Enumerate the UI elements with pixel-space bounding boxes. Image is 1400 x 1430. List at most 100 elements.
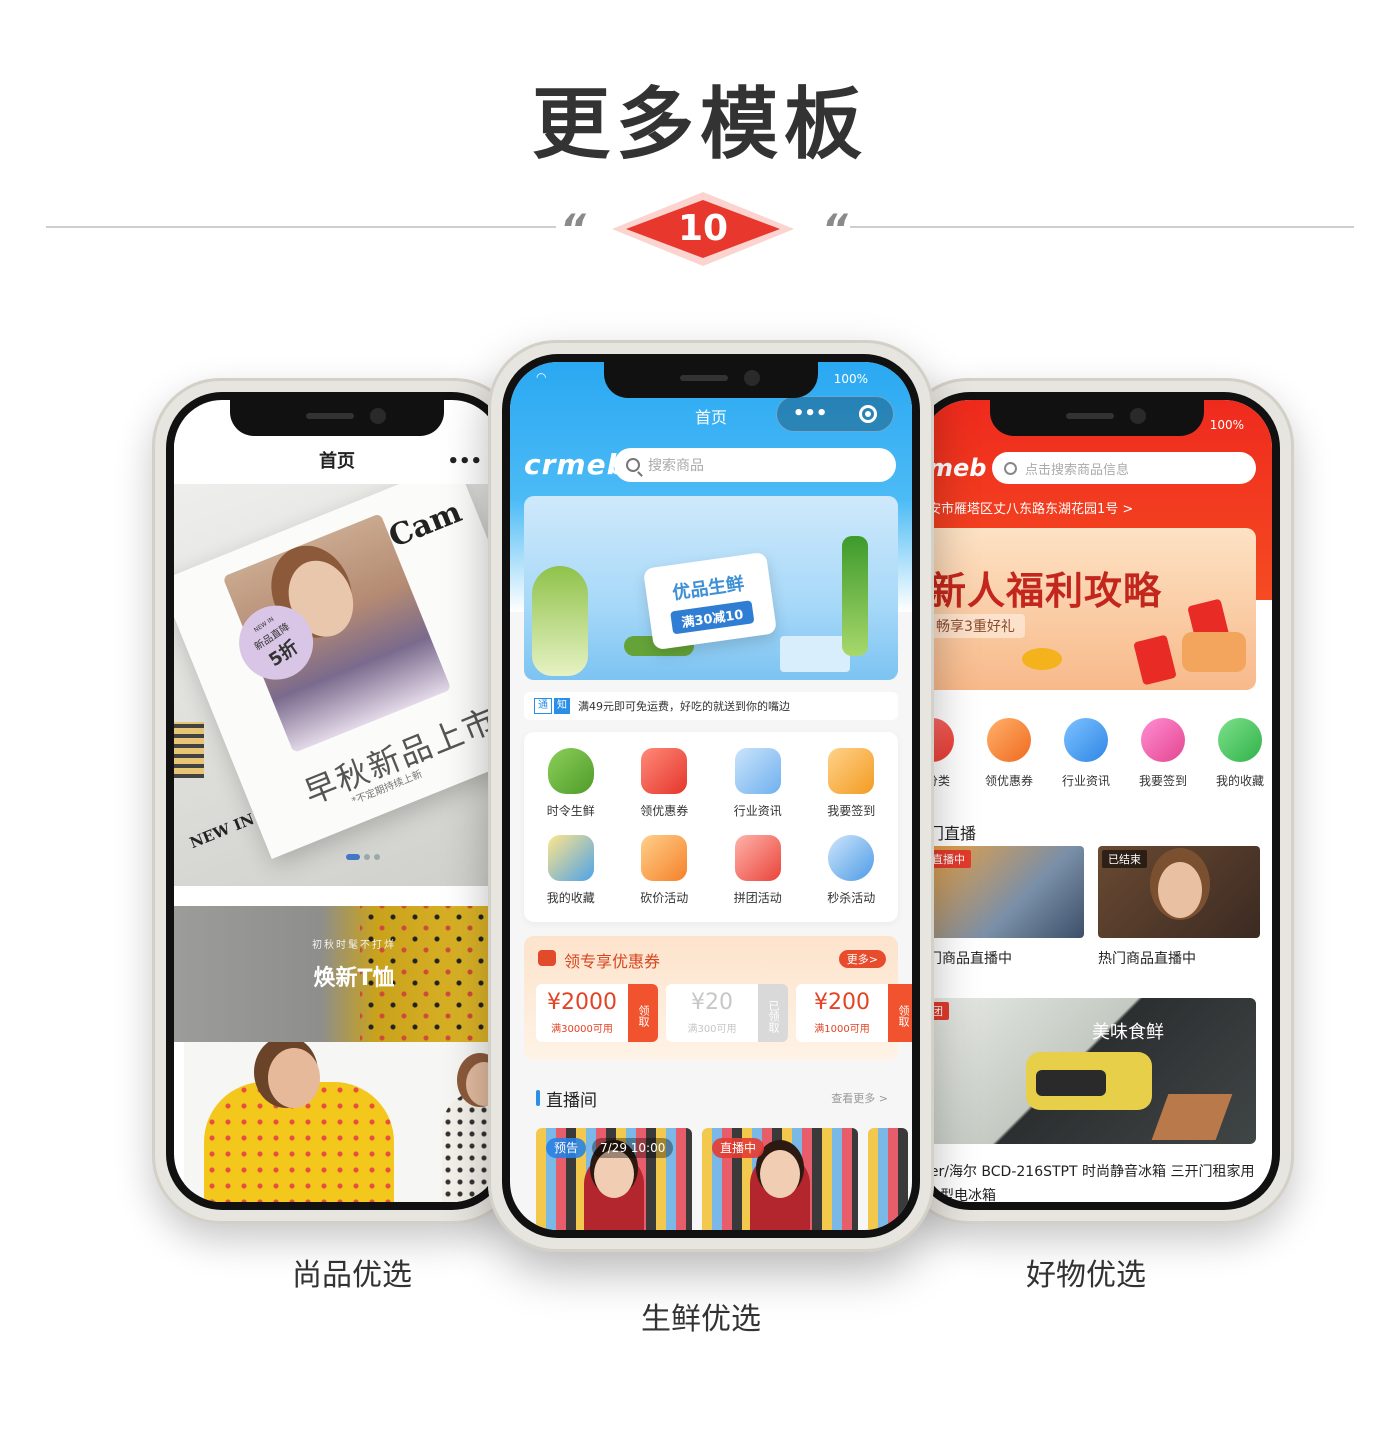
- divider-left: [46, 226, 556, 228]
- grid-item-news[interactable]: 行业资讯: [711, 740, 805, 827]
- coupon-amount: ¥2000: [547, 990, 617, 1015]
- menu-item-news[interactable]: 行业资讯: [1050, 718, 1122, 789]
- caption-fresh: 生鲜优选: [641, 1302, 761, 1337]
- live-section-title: 门直播: [928, 824, 977, 843]
- coin-image: [1022, 648, 1062, 670]
- search-input[interactable]: 点击搜索商品信息: [992, 452, 1256, 484]
- live-section-title: 直播间: [546, 1091, 597, 1111]
- promo-line-1: 优品生鲜: [671, 573, 746, 605]
- live-card[interactable]: [868, 1128, 908, 1230]
- grid-item-group-buy[interactable]: 拼团活动: [711, 827, 805, 914]
- grid-item-favorites[interactable]: 我的收藏: [524, 827, 618, 914]
- product-image[interactable]: 团 美味食鲜: [922, 998, 1256, 1144]
- battery-status: 100%: [833, 372, 868, 386]
- live-card[interactable]: 直播中: [702, 1128, 858, 1230]
- address-link[interactable]: 安市雁塔区丈八东路东湖花园1号 >: [928, 498, 1133, 517]
- category-grid: 时令生鲜 领优惠券 行业资讯 我要签到 我的收藏 砍价活动 拼团活动 秒杀活动: [524, 732, 898, 922]
- coupon-card[interactable]: ¥20 满300可用 已领取: [666, 984, 788, 1042]
- coupon-section: 领专享优惠券 更多> ¥2000 满30000可用 领取 ¥20 满300可用 …: [524, 936, 912, 1060]
- coupon-card[interactable]: ¥2000 满30000可用 领取: [536, 984, 658, 1042]
- carousel-indicator: [346, 854, 380, 860]
- search-input[interactable]: 搜索商品: [614, 448, 896, 482]
- phone-mockup-fashion: 首页 ••• Cam NEW IN 新品直降 5折 早秋新品上市 *不定期持续上…: [152, 378, 522, 1224]
- battery-status: 100%: [1209, 418, 1244, 432]
- live-caption: 门商品直播中: [928, 951, 1012, 967]
- mini-program-capsule[interactable]: •••: [776, 396, 894, 432]
- brand-logo: crmeb: [524, 448, 628, 481]
- notice-tag: 知: [554, 698, 570, 714]
- grid-item-fresh[interactable]: 时令生鲜: [524, 740, 618, 827]
- live-status-badge: 预告: [546, 1138, 587, 1158]
- coupon-condition: 满30000可用: [551, 1024, 613, 1035]
- notice-bar[interactable]: 通 知 满49元即可免运费，好吃的就送到你的嘴边: [524, 692, 898, 720]
- models-image[interactable]: [184, 1042, 500, 1202]
- menu-item-favorites[interactable]: 我的收藏: [1204, 718, 1272, 789]
- quick-menu: 品分类 领优惠券 行业资讯 我要签到 我的收藏: [922, 718, 1272, 789]
- close-target-icon[interactable]: [859, 405, 878, 423]
- alarm-icon: [828, 835, 875, 881]
- tee-banner-title: 焕新T恤: [313, 966, 395, 991]
- coupon-card[interactable]: ¥200 满1000可用 领取: [796, 984, 912, 1042]
- calendar-icon: [828, 748, 875, 794]
- live-more-link[interactable]: 查看更多 >: [831, 1090, 888, 1106]
- tee-banner[interactable]: 初秋时髦不打烊 焕新T恤: [174, 906, 500, 1042]
- quote-mark-left: “: [560, 207, 586, 253]
- claimed-label: 已领取: [758, 984, 788, 1042]
- live-section-header: 直播间 查看更多 >: [524, 1086, 898, 1112]
- notice-text: 满49元即可免运费，好吃的就送到你的嘴边: [578, 700, 790, 713]
- claim-button[interactable]: 领取: [888, 984, 912, 1042]
- coupon-more-button[interactable]: 更多>: [838, 950, 886, 968]
- grid-item-bargain[interactable]: 砍价活动: [618, 827, 712, 914]
- red-packet-image: [1133, 634, 1177, 686]
- template-count: 10: [677, 208, 729, 249]
- live-status-badge: 直播中: [712, 1138, 765, 1158]
- favorite-icon: [1218, 718, 1262, 762]
- claim-button[interactable]: 领取: [628, 984, 658, 1042]
- grid-item-flash-sale[interactable]: 秒杀活动: [805, 827, 899, 914]
- quote-mark-right: “: [822, 207, 848, 253]
- banner-title: 新人福利攻略: [928, 569, 1163, 613]
- live-time: 7/29 10:00: [592, 1138, 674, 1158]
- menu-item-checkin[interactable]: 我要签到: [1127, 718, 1199, 789]
- ticket-icon: [538, 950, 556, 966]
- live-caption: 热门商品直播中: [1098, 951, 1196, 967]
- bargain-icon: [641, 835, 688, 881]
- calendar-icon: [1141, 718, 1185, 762]
- caption-goods: 好物优选: [1026, 1258, 1146, 1293]
- live-card[interactable]: 已结束: [1098, 846, 1260, 938]
- coupon-amount: ¥20: [691, 990, 733, 1015]
- live-card[interactable]: 直播中: [922, 846, 1084, 938]
- grid-item-coupon[interactable]: 领优惠券: [618, 740, 712, 827]
- dots-menu-icon[interactable]: •••: [793, 405, 828, 423]
- hero-banner[interactable]: Cam NEW IN 新品直降 5折 早秋新品上市 *不定期持续上新 NEW I…: [174, 484, 500, 886]
- grid-item-checkin[interactable]: 我要签到: [805, 740, 899, 827]
- product-name[interactable]: ier/海尔 BCD-216STPT 时尚静音冰箱 三开门租家用小型电冰箱: [926, 1160, 1256, 1202]
- nav-bar: 首页 •••: [174, 440, 500, 484]
- phone-notch: [230, 400, 444, 436]
- menu-item-coupon[interactable]: 领优惠券: [973, 718, 1045, 789]
- coupon-condition: 满300可用: [687, 1024, 737, 1035]
- newcomer-banner[interactable]: 新人福利攻略 畅享3重好礼: [922, 528, 1256, 690]
- caption-fashion: 尚品优选: [292, 1258, 412, 1293]
- live-card[interactable]: 预告 7/29 10:00: [536, 1128, 692, 1230]
- search-placeholder: 点击搜索商品信息: [1025, 462, 1130, 478]
- coupon-icon: [641, 748, 688, 794]
- vegetable-icon: [547, 748, 594, 794]
- banner-subtitle: 畅享3重好礼: [926, 614, 1025, 638]
- nav-title: 首页: [319, 451, 355, 472]
- promo-banner[interactable]: 优品生鲜 满30减10: [524, 496, 898, 680]
- phone-notch: [604, 362, 818, 398]
- phone-notch: [990, 400, 1204, 436]
- coupon-condition: 满1000可用: [814, 1024, 870, 1035]
- brand-logo: meb: [928, 454, 987, 482]
- dots-menu-icon[interactable]: •••: [447, 440, 482, 484]
- template-showcase: 更多模板 “ “ 10 首页 ••• Cam NEW IN 新品直降 5折 早秋…: [0, 0, 1400, 1430]
- live-status-badge: 已结束: [1102, 850, 1147, 868]
- coupon-icon: [987, 718, 1031, 762]
- basket-icon: [547, 835, 594, 881]
- plaid-bag-image: [174, 722, 204, 778]
- product-image-label: 美味食鲜: [1092, 1022, 1164, 1043]
- notice-tag: 通: [534, 698, 552, 714]
- promo-line-2: 满30减10: [670, 600, 755, 635]
- search-icon: [1004, 461, 1017, 475]
